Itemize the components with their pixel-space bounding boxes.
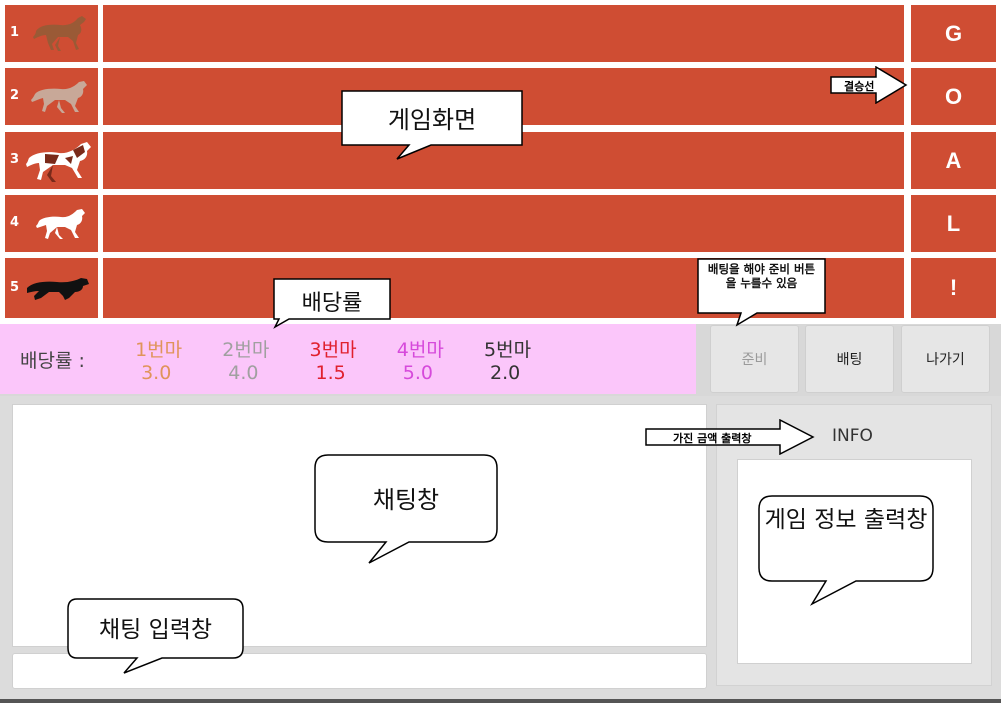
lane-number: 2	[10, 88, 20, 103]
callout-text: 채팅창	[372, 486, 440, 514]
lane-number-cell: 2	[5, 68, 98, 125]
goal-letter: G	[911, 5, 996, 62]
lane-number-cell: 1	[5, 5, 98, 62]
callout-text: 게임화면	[387, 106, 477, 134]
odds-horse-1: 1번마 3.0	[111, 313, 182, 406]
lane-number: 3	[10, 152, 20, 167]
callout-game-screen: 게임화면	[341, 90, 523, 160]
odds-value: 5.0	[402, 361, 433, 384]
callout-odds: 배당률	[273, 278, 391, 329]
callout-text: 결승선	[844, 80, 875, 93]
horse-1-icon	[33, 16, 86, 51]
goal-letter: L	[911, 195, 996, 252]
callout-text: 배팅을 해야 준비 버튼을 누를수 있음	[707, 262, 816, 290]
lane-track	[103, 195, 904, 252]
odds-label: 배당률 :	[20, 349, 85, 372]
bottom-edge	[0, 699, 1001, 703]
lane-number-cell: 4	[5, 195, 98, 252]
odds-bar: 배당률 : 1번마 3.0 2번마 4.0 3번마 1.5 4번마 5.0 5번…	[0, 324, 696, 394]
lane-number-cell: 3	[5, 132, 98, 189]
callout-text: 게임 정보 출력창	[764, 507, 928, 533]
callout-money-output: 가진 금액 출력창	[645, 419, 815, 455]
callout-chat-window: 채팅창	[314, 454, 498, 564]
lane-number-cell: 5	[5, 258, 98, 318]
odds-horse-5: 5번마 2.0	[460, 313, 531, 406]
goal-letter: O	[911, 68, 996, 125]
callout-text: 배당률	[301, 291, 363, 316]
lane-track	[103, 5, 904, 62]
odds-horse-name: 1번마	[135, 338, 183, 361]
odds-horse-name: 2번마	[222, 338, 270, 361]
horse-4-icon	[36, 209, 85, 239]
callout-text: 가진 금액 출력창	[673, 432, 752, 445]
odds-value: 2.0	[490, 361, 521, 384]
odds-value: 4.0	[228, 361, 259, 384]
callout-text: 채팅 입력창	[98, 617, 213, 643]
lane-number: 1	[10, 25, 20, 40]
horse-3-icon	[26, 142, 91, 182]
callout-game-info: 게임 정보 출력창	[758, 495, 934, 606]
odds-value: 3.0	[141, 361, 172, 384]
callout-finish-line: 결승선	[830, 66, 908, 104]
horse-5-icon	[27, 278, 89, 300]
bet-button[interactable]: 배팅	[805, 325, 894, 393]
odds-value: 1.5	[315, 361, 346, 384]
callout-chat-input: 채팅 입력창	[67, 598, 244, 674]
goal-letter: A	[911, 132, 996, 189]
odds-horse-name: 5번마	[484, 338, 532, 361]
odds-horse-name: 4번마	[396, 338, 444, 361]
info-title: INFO	[832, 426, 873, 446]
horse-2-icon	[31, 81, 87, 113]
ready-button[interactable]: 준비	[710, 325, 799, 393]
goal-letter: !	[911, 258, 996, 318]
lane-number: 4	[10, 215, 20, 230]
race-track: 1 G 2 O 3 A 4 L 5 !	[0, 0, 1001, 324]
lane-number: 5	[10, 280, 20, 295]
odds-horse-2: 2번마 4.0	[198, 313, 269, 406]
callout-ready-note: 배팅을 해야 준비 버튼을 누를수 있음	[697, 258, 826, 327]
odds-horse-name: 3번마	[309, 338, 357, 361]
exit-button[interactable]: 나가기	[901, 325, 990, 393]
